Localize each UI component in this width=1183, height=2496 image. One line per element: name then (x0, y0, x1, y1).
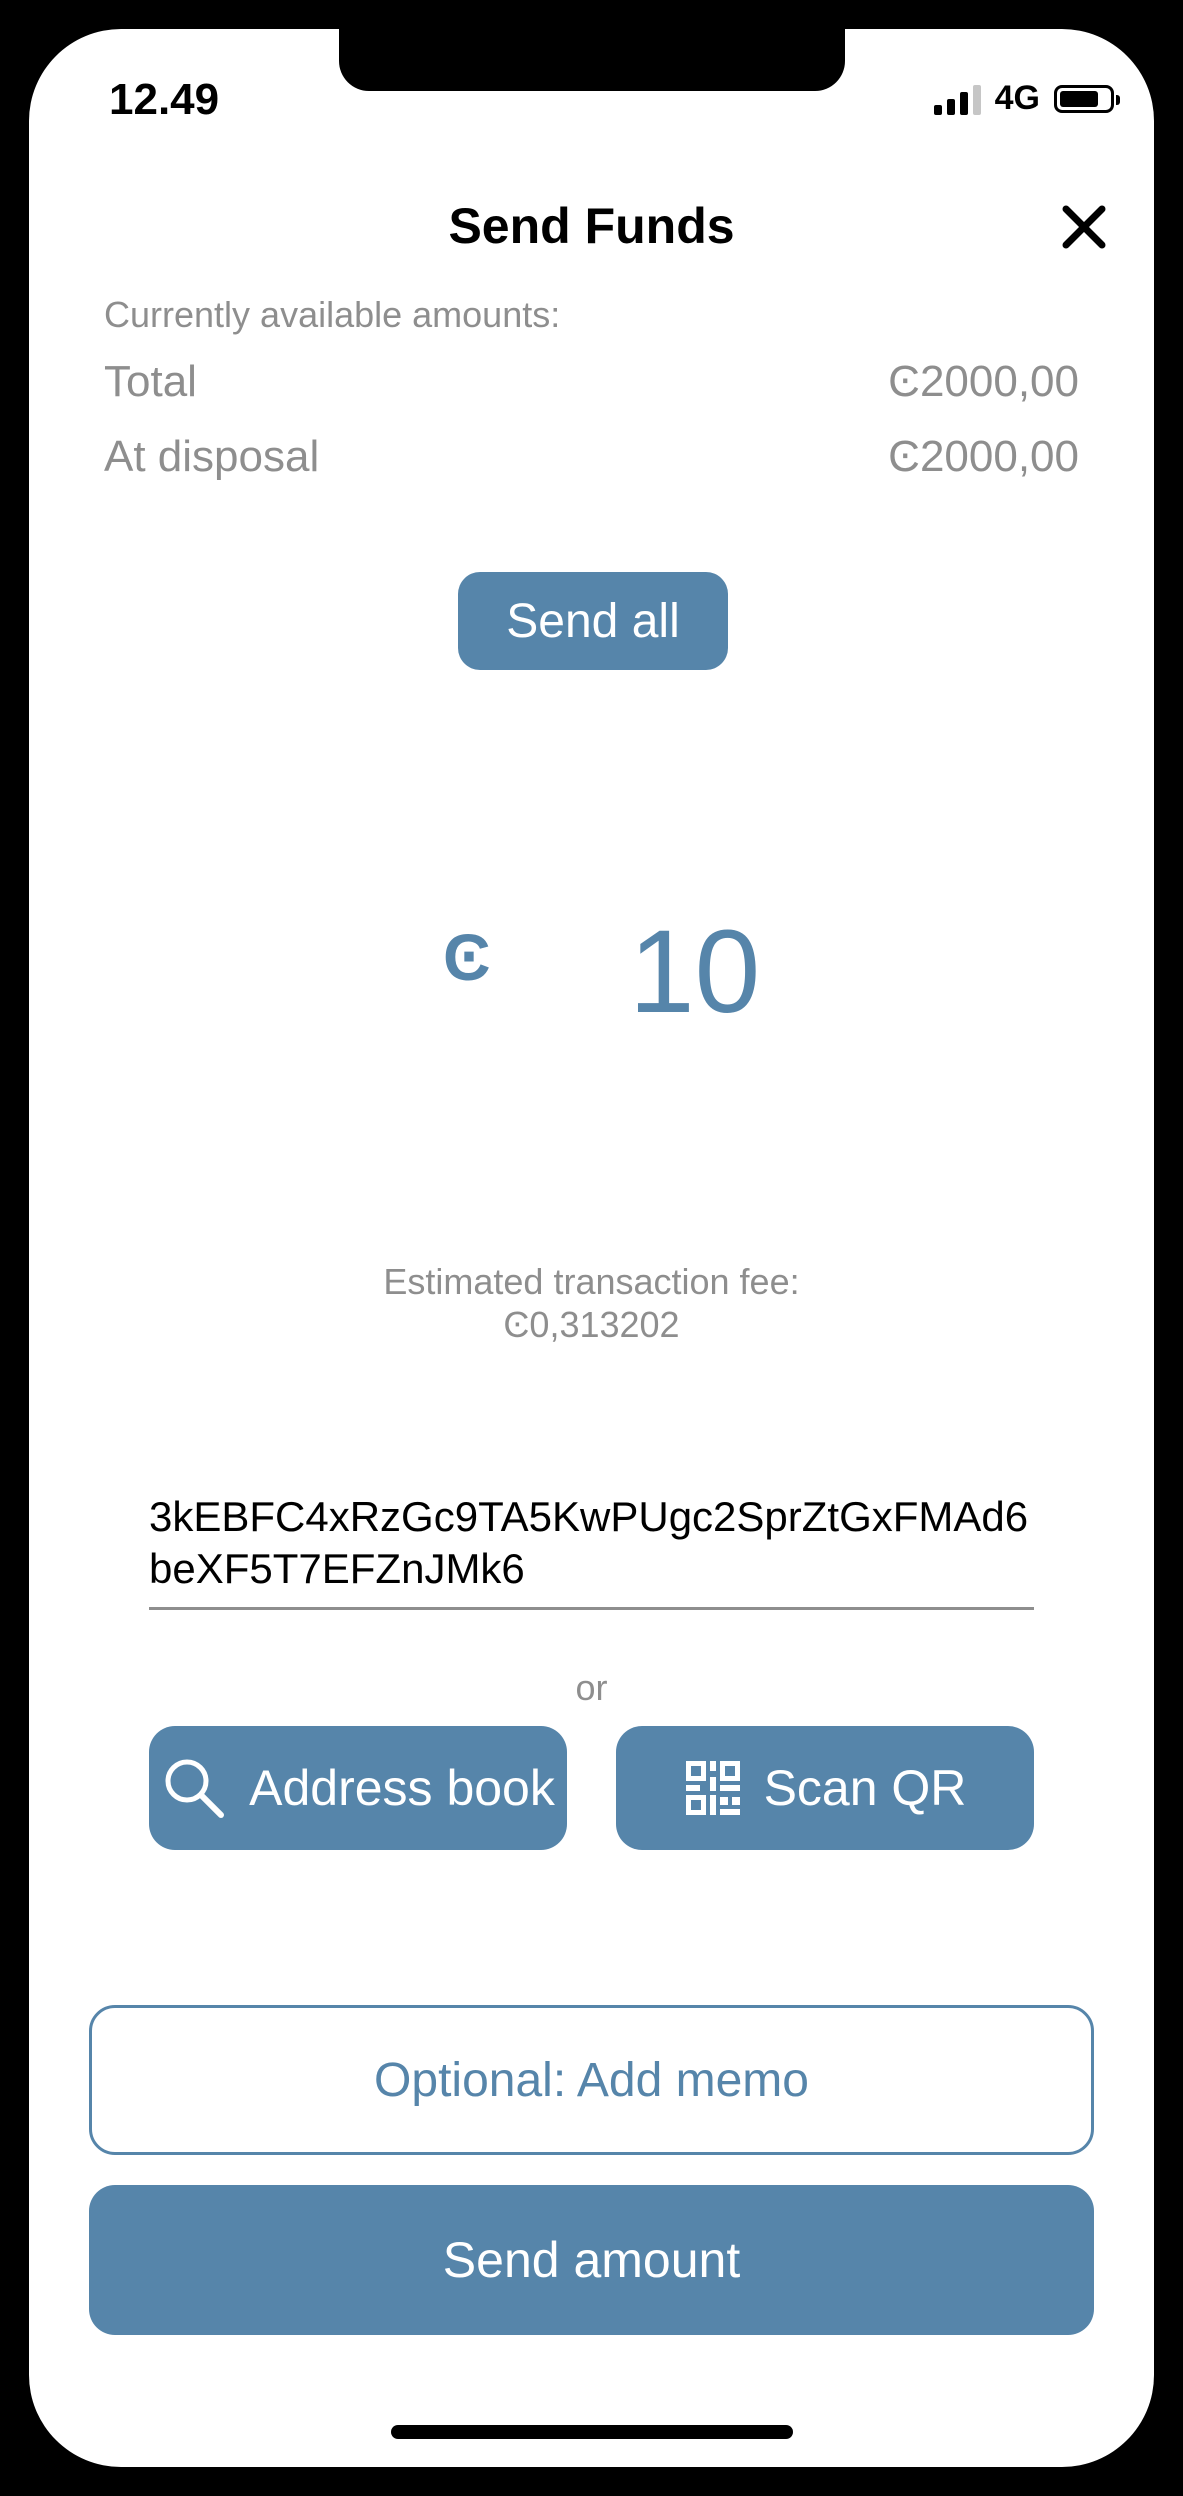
close-button[interactable] (1054, 197, 1114, 257)
app-screen: 12.49 4G Send Funds Currently available … (29, 29, 1154, 2467)
available-amounts-label: Currently available amounts: (104, 294, 561, 335)
scan-qr-label: Scan QR (763, 1760, 967, 1816)
phone-frame: 12.49 4G Send Funds Currently available … (0, 0, 1183, 2496)
send-amount-button[interactable]: Send amount (89, 2185, 1094, 2335)
recipient-address-input[interactable]: 3kEBFC4xRzGc9TA5KwPUgc2SprZtGxFMAd6beXF5… (149, 1491, 1034, 1595)
address-book-label: Address book (249, 1760, 555, 1816)
total-label: Total (104, 357, 197, 406)
or-separator: or (575, 1667, 608, 1708)
add-memo-button[interactable]: Optional: Add memo (89, 2005, 1094, 2155)
page-title: Send Funds (448, 198, 735, 254)
qr-code-icon (685, 1761, 740, 1815)
total-balance-row: Total Ͼ2000,00 (104, 357, 1079, 407)
total-value: Ͼ2000,00 (888, 357, 1079, 406)
send-all-button[interactable]: Send all (458, 572, 728, 670)
disposal-balance-row: At disposal Ͼ2000,00 (104, 432, 1079, 482)
search-icon (165, 1759, 225, 1818)
device-notch (339, 29, 845, 91)
status-time: 12.49 (109, 75, 220, 124)
status-indicators: 4G (933, 79, 1120, 118)
disposal-label: At disposal (104, 432, 320, 481)
amount-input[interactable]: 10 (629, 904, 760, 1040)
currency-symbol: Ͼ (443, 920, 491, 994)
disposal-value: Ͼ2000,00 (888, 432, 1079, 481)
cellular-signal-icon (933, 83, 981, 115)
battery-icon (1054, 84, 1120, 113)
fee-label: Estimated transaction fee: (383, 1261, 800, 1302)
fee-value: Ͼ0,313202 (503, 1304, 680, 1345)
home-indicator[interactable] (391, 2425, 793, 2439)
scan-qr-button[interactable]: Scan QR (616, 1726, 1034, 1850)
address-underline (149, 1607, 1034, 1610)
close-icon (1062, 205, 1106, 249)
address-book-button[interactable]: Address book (149, 1726, 567, 1850)
network-type: 4G (994, 79, 1040, 117)
